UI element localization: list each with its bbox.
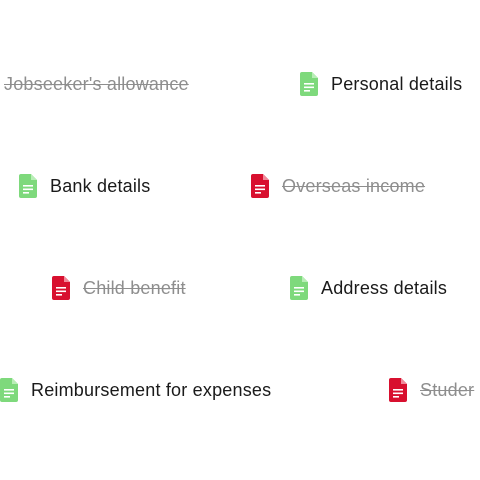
document-icon bbox=[19, 174, 37, 198]
document-icon bbox=[251, 174, 269, 198]
document-icon bbox=[52, 276, 70, 300]
document-item-child-benefit[interactable]: Child benefit bbox=[52, 274, 186, 302]
document-item-personal-details[interactable]: Personal details bbox=[300, 70, 462, 98]
document-label: Address details bbox=[321, 277, 448, 298]
document-item-address-details[interactable]: Address details bbox=[290, 274, 447, 302]
document-label: Child benefit bbox=[83, 277, 186, 298]
document-label: Studer bbox=[420, 379, 475, 400]
document-item-jobseekers-allowance[interactable]: Jobseeker's allowance bbox=[4, 70, 189, 98]
document-icon bbox=[0, 378, 18, 402]
document-label: Reimbursement for expenses bbox=[31, 379, 272, 400]
document-item-overseas-income[interactable]: Overseas income bbox=[251, 172, 425, 200]
document-label: Overseas income bbox=[282, 175, 426, 196]
document-label: Personal details bbox=[331, 73, 463, 94]
document-item-studer[interactable]: Studer bbox=[389, 376, 474, 404]
document-icon bbox=[290, 276, 308, 300]
document-icon bbox=[300, 72, 318, 96]
document-item-bank-details[interactable]: Bank details bbox=[19, 172, 150, 200]
document-item-reimbursement[interactable]: Reimbursement for expenses bbox=[0, 376, 271, 404]
document-label: Jobseeker's allowance bbox=[4, 73, 189, 94]
document-checklist: Jobseeker's allowance Personal details B… bbox=[0, 0, 480, 480]
document-icon bbox=[389, 378, 407, 402]
document-label: Bank details bbox=[50, 175, 151, 196]
